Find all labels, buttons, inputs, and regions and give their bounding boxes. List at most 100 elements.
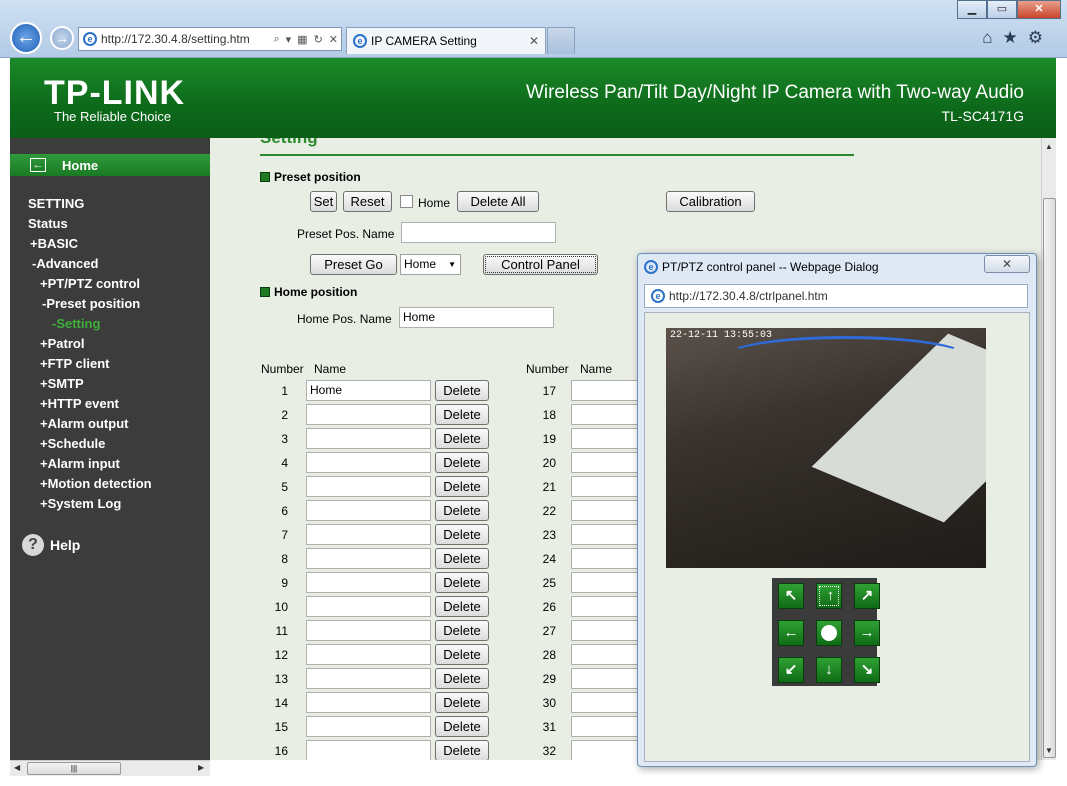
sidebar-item[interactable]: -Setting xyxy=(10,314,210,334)
preset-pos-name-input[interactable] xyxy=(401,222,556,243)
control-panel-button[interactable]: Control Panel xyxy=(483,254,598,275)
back-button[interactable]: ← xyxy=(10,22,42,54)
preset-go-button[interactable]: Preset Go xyxy=(310,254,397,275)
tab-ip-camera-setting[interactable]: e IP CAMERA Setting ✕ xyxy=(346,27,546,54)
preset-number: 24 xyxy=(542,552,556,566)
sidebar-item[interactable]: +Patrol xyxy=(10,334,210,354)
sidebar-item[interactable]: Status xyxy=(10,214,210,234)
maximize-button[interactable]: ▭ xyxy=(987,0,1017,19)
slogan: The Reliable Choice xyxy=(54,109,172,124)
tp-link-logo: TP-LINK xyxy=(44,74,186,112)
browser-tools: ⌂★⚙ xyxy=(982,28,1053,48)
ptz-up-right-button[interactable]: ↗ xyxy=(854,583,880,609)
search-icon[interactable]: ⌕ xyxy=(273,33,279,46)
ptz-left-button[interactable]: ← xyxy=(778,620,804,646)
center-dot-icon xyxy=(821,625,837,641)
stop-icon[interactable]: ✕ xyxy=(329,33,338,46)
home-icon[interactable]: ⌂ xyxy=(982,28,1002,47)
ptz-control-pad: ↖ ↑ ↗ ← → ↙ ↓ ↘ xyxy=(772,578,880,686)
sidebar-item[interactable]: +SMTP xyxy=(10,374,210,394)
ptz-right-button[interactable]: → xyxy=(854,620,880,646)
sidebar-item[interactable]: -Advanced xyxy=(10,254,210,274)
preset-select-value: Home xyxy=(404,257,437,271)
refresh-icon[interactable]: ↻ xyxy=(314,33,323,46)
sidebar-item[interactable]: +Motion detection xyxy=(10,474,210,494)
sidebar-home[interactable]: ← Home xyxy=(10,154,210,176)
sidebar-item[interactable]: +Alarm output xyxy=(10,414,210,434)
scroll-down-icon[interactable]: ▼ xyxy=(1045,746,1053,755)
delete-all-button[interactable]: Delete All xyxy=(457,191,539,212)
product-title: Wireless Pan/Tilt Day/Night IP Camera wi… xyxy=(525,82,1024,103)
preset-select[interactable]: Home ▼ xyxy=(400,254,461,275)
close-window-button[interactable]: ✕ xyxy=(1017,0,1061,19)
sidebar-item[interactable]: +FTP client xyxy=(10,354,210,374)
preset-number: 32 xyxy=(542,744,556,758)
browser-chrome: ▁ ▭ ✕ ← → e http://172.30.4.8/setting.ht… xyxy=(0,0,1067,58)
sidebar-item[interactable]: -Preset position xyxy=(10,294,210,314)
ptz-up-button[interactable]: ↑ xyxy=(816,583,842,609)
horizontal-scrollbar[interactable]: ◀ ||| ▶ xyxy=(10,760,210,776)
address-bar[interactable]: e http://172.30.4.8/setting.htm ⌕ ▾ ▦ ↻ … xyxy=(78,27,342,51)
dropdown-arrow-icon[interactable]: ▾ xyxy=(286,33,292,46)
camera-timestamp: 22-12-11 13:55:03 xyxy=(670,330,773,341)
camera-video-feed: 22-12-11 13:55:03 xyxy=(666,328,986,568)
dialog-title: PT/PTZ control panel -- Webpage Dialog xyxy=(662,260,879,274)
compat-view-icon[interactable]: ▦ xyxy=(297,33,307,46)
col-number-right: Number xyxy=(526,362,569,376)
sidebar-item[interactable]: +Schedule xyxy=(10,434,210,454)
ptz-up-left-button[interactable]: ↖ xyxy=(778,583,804,609)
dialog-title-bar: e PT/PTZ control panel -- Webpage Dialog xyxy=(644,260,879,274)
preset-number: 18 xyxy=(542,408,556,422)
sidebar-item[interactable]: +BASIC xyxy=(10,234,210,254)
home-position-label: Home position xyxy=(274,285,358,299)
home-checkbox[interactable] xyxy=(400,195,413,208)
vertical-scroll-thumb[interactable] xyxy=(1043,198,1056,758)
preset-number: 23 xyxy=(542,528,556,542)
vertical-scrollbar[interactable]: ▲ ▼ xyxy=(1041,138,1056,760)
sidebar-item[interactable]: +Alarm input xyxy=(10,454,210,474)
address-url[interactable]: http://172.30.4.8/setting.htm xyxy=(101,32,270,46)
forward-arrow-icon: → xyxy=(55,30,69,46)
dialog-address-bar: e http://172.30.4.8/ctrlpanel.htm xyxy=(644,284,1028,308)
home-position-heading: Home position xyxy=(260,285,357,299)
sidebar-item[interactable]: SETTING xyxy=(10,194,210,214)
ptz-center-button[interactable] xyxy=(816,620,842,646)
sidebar-item[interactable]: +System Log xyxy=(10,494,210,514)
sidebar-item[interactable]: +PT/PTZ control xyxy=(10,274,210,294)
scroll-left-icon[interactable]: ◀ xyxy=(14,763,20,772)
ie-tab-icon: e xyxy=(353,34,367,48)
set-button[interactable]: Set xyxy=(310,191,337,212)
dialog-body: 22-12-11 13:55:03 ↖ ↑ ↗ ← → ↙ ↓ ↘ xyxy=(644,312,1030,762)
col-name-right: Name xyxy=(580,362,613,376)
preset-position-label: Preset position xyxy=(274,170,361,184)
sidebar-item[interactable]: +HTTP event xyxy=(10,394,210,414)
horizontal-scroll-thumb[interactable]: ||| xyxy=(27,762,121,775)
tab-title: IP CAMERA Setting xyxy=(371,34,477,48)
home-pos-name-input[interactable]: Home xyxy=(399,307,554,328)
ptz-down-left-button[interactable]: ↙ xyxy=(778,657,804,683)
star-icon[interactable]: ★ xyxy=(1003,28,1028,47)
section-bullet-icon xyxy=(260,287,270,297)
ptz-down-button[interactable]: ↓ xyxy=(816,657,842,683)
dialog-close-button[interactable]: ✕ xyxy=(984,255,1030,273)
gear-icon[interactable]: ⚙ xyxy=(1028,28,1053,47)
forward-button[interactable]: → xyxy=(50,26,74,50)
preset-pos-name-label: Preset Pos. Name xyxy=(297,227,395,241)
help-icon: ? xyxy=(22,534,44,556)
reset-button[interactable]: Reset xyxy=(343,191,392,212)
scroll-up-icon[interactable]: ▲ xyxy=(1045,142,1053,151)
col-number-left: Number xyxy=(261,362,304,376)
help-label: Help xyxy=(50,537,81,553)
preset-number: 25 xyxy=(542,576,556,590)
tab-close-icon[interactable]: ✕ xyxy=(529,34,539,48)
calibration-button[interactable]: Calibration xyxy=(666,191,755,212)
preset-number: 19 xyxy=(542,432,556,446)
new-tab-button[interactable] xyxy=(547,27,575,54)
preset-number: 20 xyxy=(542,456,556,470)
minimize-button[interactable]: ▁ xyxy=(957,0,987,19)
preset-number: 27 xyxy=(542,624,556,638)
ptz-down-right-button[interactable]: ↘ xyxy=(854,657,880,683)
home-checkbox-label: Home xyxy=(418,196,451,210)
scroll-right-icon[interactable]: ▶ xyxy=(198,763,204,772)
help-link[interactable]: ? Help xyxy=(22,534,80,556)
